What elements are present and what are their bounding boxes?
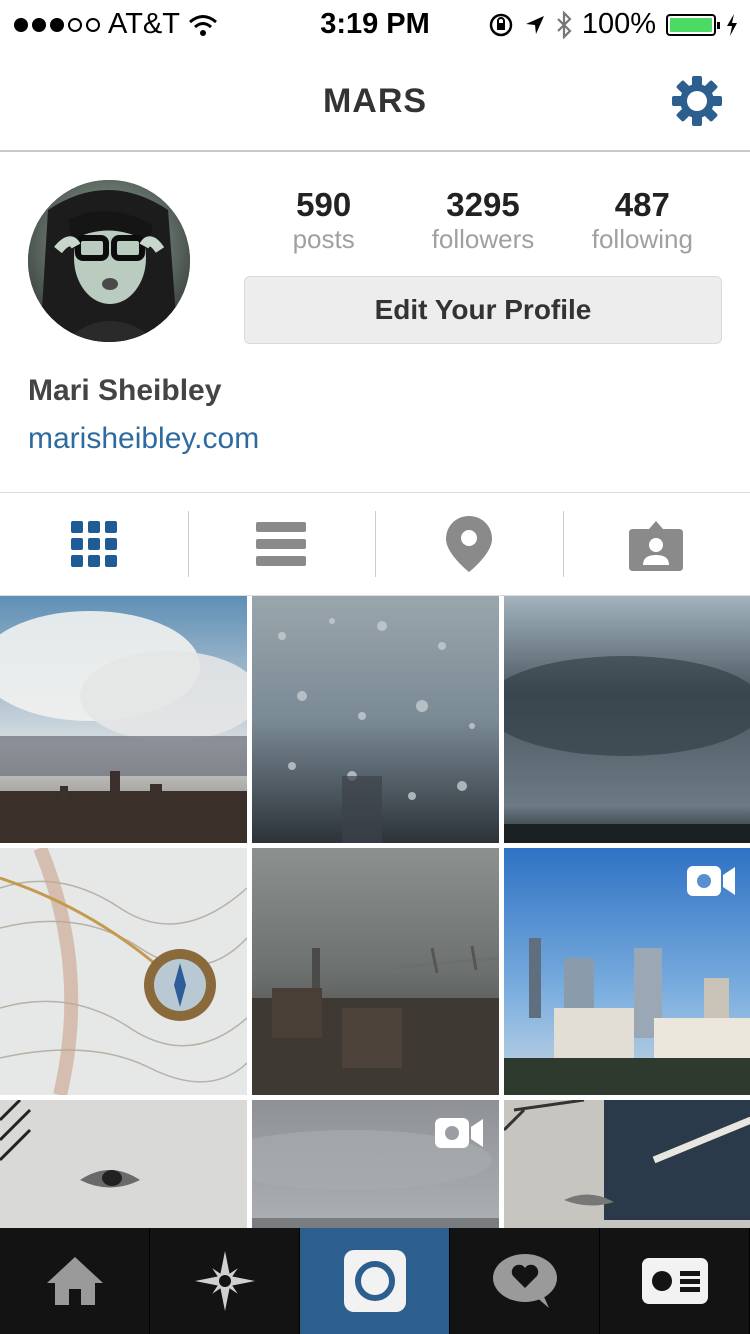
- photo-tile[interactable]: [0, 1100, 247, 1228]
- status-right: 100%: [488, 8, 738, 41]
- video-icon: [435, 1118, 483, 1148]
- tab-list-view[interactable]: [187, 493, 376, 595]
- tab-explore[interactable]: [150, 1228, 300, 1334]
- photo-tile[interactable]: [0, 596, 247, 843]
- followers-count: 3295: [446, 186, 520, 223]
- status-bar: AT&T 3:19 PM 100%: [0, 0, 750, 52]
- profile-name: Mari Sheibley: [28, 374, 222, 407]
- grid-icon: [70, 521, 117, 567]
- followers-label: followers: [431, 224, 535, 254]
- page-title: MARS: [322, 82, 428, 120]
- avatar[interactable]: [28, 180, 190, 342]
- posts-stat[interactable]: 590 posts: [244, 186, 403, 254]
- tab-map-view[interactable]: [375, 493, 563, 595]
- activity-icon: [492, 1254, 557, 1308]
- profile-stats: 590 posts 3295 followers 487 following: [244, 186, 722, 254]
- home-icon: [46, 1257, 103, 1305]
- photo-tile[interactable]: [252, 1100, 499, 1228]
- profile-view-tabs: [0, 492, 750, 596]
- battery-percent: 100%: [581, 8, 656, 40]
- bluetooth-icon: [557, 10, 572, 39]
- bottom-tab-bar: [0, 1228, 750, 1334]
- tab-home[interactable]: [0, 1228, 150, 1334]
- tab-camera[interactable]: [300, 1228, 450, 1334]
- following-count: 487: [614, 186, 670, 223]
- profile-icon: [641, 1258, 708, 1304]
- battery-icon: [666, 13, 720, 36]
- tab-activity[interactable]: [450, 1228, 600, 1334]
- explore-icon: [194, 1251, 255, 1311]
- photo-tile[interactable]: [252, 596, 499, 843]
- map-pin-icon: [445, 516, 492, 572]
- photo-tile[interactable]: [0, 848, 247, 1095]
- photo-tile[interactable]: [504, 848, 750, 1095]
- tab-tagged-view[interactable]: [562, 493, 750, 595]
- following-label: following: [591, 224, 693, 254]
- profile-website-link[interactable]: marisheibley.com: [28, 422, 259, 456]
- navigation-bar: MARS: [0, 52, 750, 152]
- tab-grid-view[interactable]: [0, 493, 188, 595]
- video-icon: [687, 866, 735, 896]
- photo-tile[interactable]: [504, 596, 750, 843]
- tagged-person-icon: [629, 521, 684, 571]
- posts-count: 590: [296, 186, 352, 223]
- followers-stat[interactable]: 3295 followers: [403, 186, 562, 254]
- tab-profile[interactable]: [600, 1228, 750, 1334]
- photo-tile[interactable]: [252, 848, 499, 1095]
- posts-label: posts: [292, 224, 355, 254]
- rotation-lock-icon: [489, 13, 513, 36]
- edit-profile-button[interactable]: Edit Your Profile: [244, 276, 722, 344]
- location-arrow-icon: [525, 15, 544, 34]
- following-stat[interactable]: 487 following: [563, 186, 722, 254]
- photo-tile[interactable]: [504, 1100, 750, 1228]
- gear-icon[interactable]: [670, 74, 724, 128]
- camera-icon: [343, 1250, 406, 1312]
- charging-icon: [727, 13, 737, 36]
- list-icon: [256, 522, 307, 566]
- profile-header: 590 posts 3295 followers 487 following E…: [0, 152, 750, 492]
- photo-grid: [0, 596, 750, 1228]
